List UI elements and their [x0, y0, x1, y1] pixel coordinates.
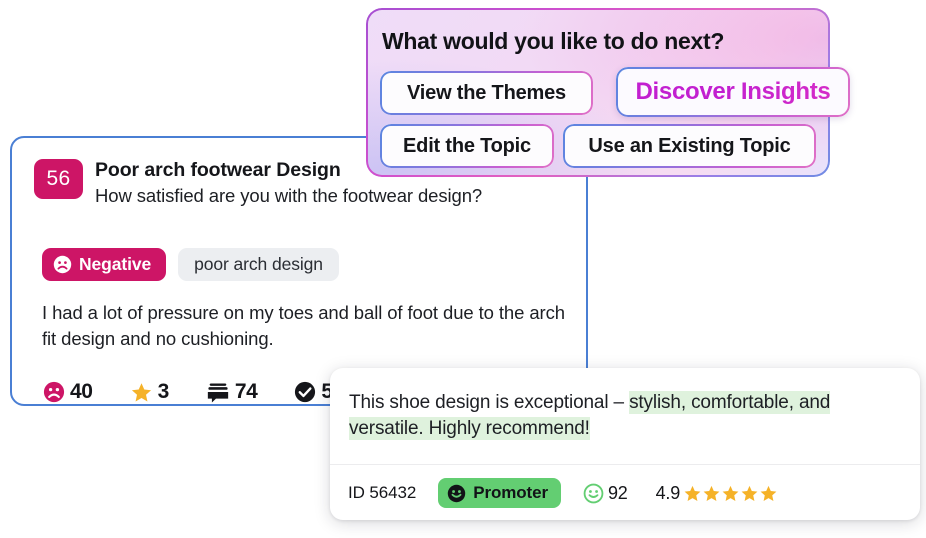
- view-themes-label: View the Themes: [382, 73, 591, 113]
- verbatim-id: ID 56432: [348, 483, 417, 502]
- verbatim-divider: [330, 464, 920, 465]
- verbatim-quote: This shoe design is exceptional – stylis…: [349, 390, 905, 442]
- edit-topic-button[interactable]: Edit the Topic: [380, 124, 554, 168]
- frowning-face-icon: [53, 255, 72, 274]
- check-circle-icon: [295, 381, 316, 403]
- metric-value: 40: [70, 380, 93, 403]
- sentiment-badge-label: Negative: [79, 254, 152, 274]
- metric-comments-count: 74: [206, 380, 258, 404]
- star-rating-stars: [683, 484, 778, 503]
- star-rating: 4.9: [656, 483, 778, 504]
- view-themes-button[interactable]: View the Themes: [380, 71, 593, 115]
- score-badge: 56: [34, 159, 83, 199]
- verbatim-meta-row: ID 56432 Promoter 92 4.9: [348, 478, 778, 508]
- discover-insights-label: Discover Insights: [635, 78, 831, 105]
- theme-tag-label: poor arch design: [194, 254, 323, 274]
- star-icon: [131, 382, 151, 402]
- discover-insights-inner: Discover Insights: [618, 69, 848, 115]
- topic-question: How satisfied are you with the footwear …: [95, 185, 483, 206]
- metric-negative-count: 40: [43, 380, 93, 404]
- use-existing-topic-button[interactable]: Use an Existing Topic: [563, 124, 816, 168]
- verbatim-review-card[interactable]: This shoe design is exceptional – stylis…: [330, 368, 920, 520]
- comments-icon: [207, 382, 228, 402]
- sentiment-score: 92: [583, 483, 628, 504]
- star-icon: [684, 485, 701, 501]
- feedback-body-text: I had a lot of pressure on my toes and b…: [42, 302, 565, 349]
- theme-tag[interactable]: poor arch design: [178, 248, 339, 281]
- smiley-face-icon: [583, 483, 604, 503]
- promoter-badge[interactable]: Promoter: [438, 478, 561, 508]
- star-icon: [741, 485, 758, 501]
- star-icon: [760, 485, 777, 501]
- metrics-row: 40 3 74 5: [43, 380, 333, 404]
- star-icon: [703, 485, 720, 501]
- metric-star-count: 3: [130, 380, 169, 404]
- frowning-face-icon: [43, 381, 65, 403]
- use-existing-topic-label: Use an Existing Topic: [565, 126, 814, 166]
- metric-resolved-count: 5: [294, 380, 333, 404]
- metric-value: 74: [234, 380, 258, 403]
- sentiment-badge-negative[interactable]: Negative: [42, 248, 167, 281]
- star-rating-value: 4.9: [655, 482, 681, 503]
- next-step-title: What would you like to do next?: [382, 28, 725, 54]
- star-icon: [722, 485, 739, 501]
- verbatim-quote-plain: This shoe design is exceptional –: [349, 392, 630, 413]
- smiley-face-icon: [447, 484, 466, 502]
- tag-row: Negative poor arch design: [42, 248, 339, 281]
- promoter-badge-label: Promoter: [473, 483, 548, 502]
- discover-insights-button[interactable]: Discover Insights: [616, 67, 850, 117]
- metric-value: 3: [157, 380, 170, 403]
- sentiment-score-value: 92: [607, 482, 628, 503]
- edit-topic-label: Edit the Topic: [382, 126, 552, 166]
